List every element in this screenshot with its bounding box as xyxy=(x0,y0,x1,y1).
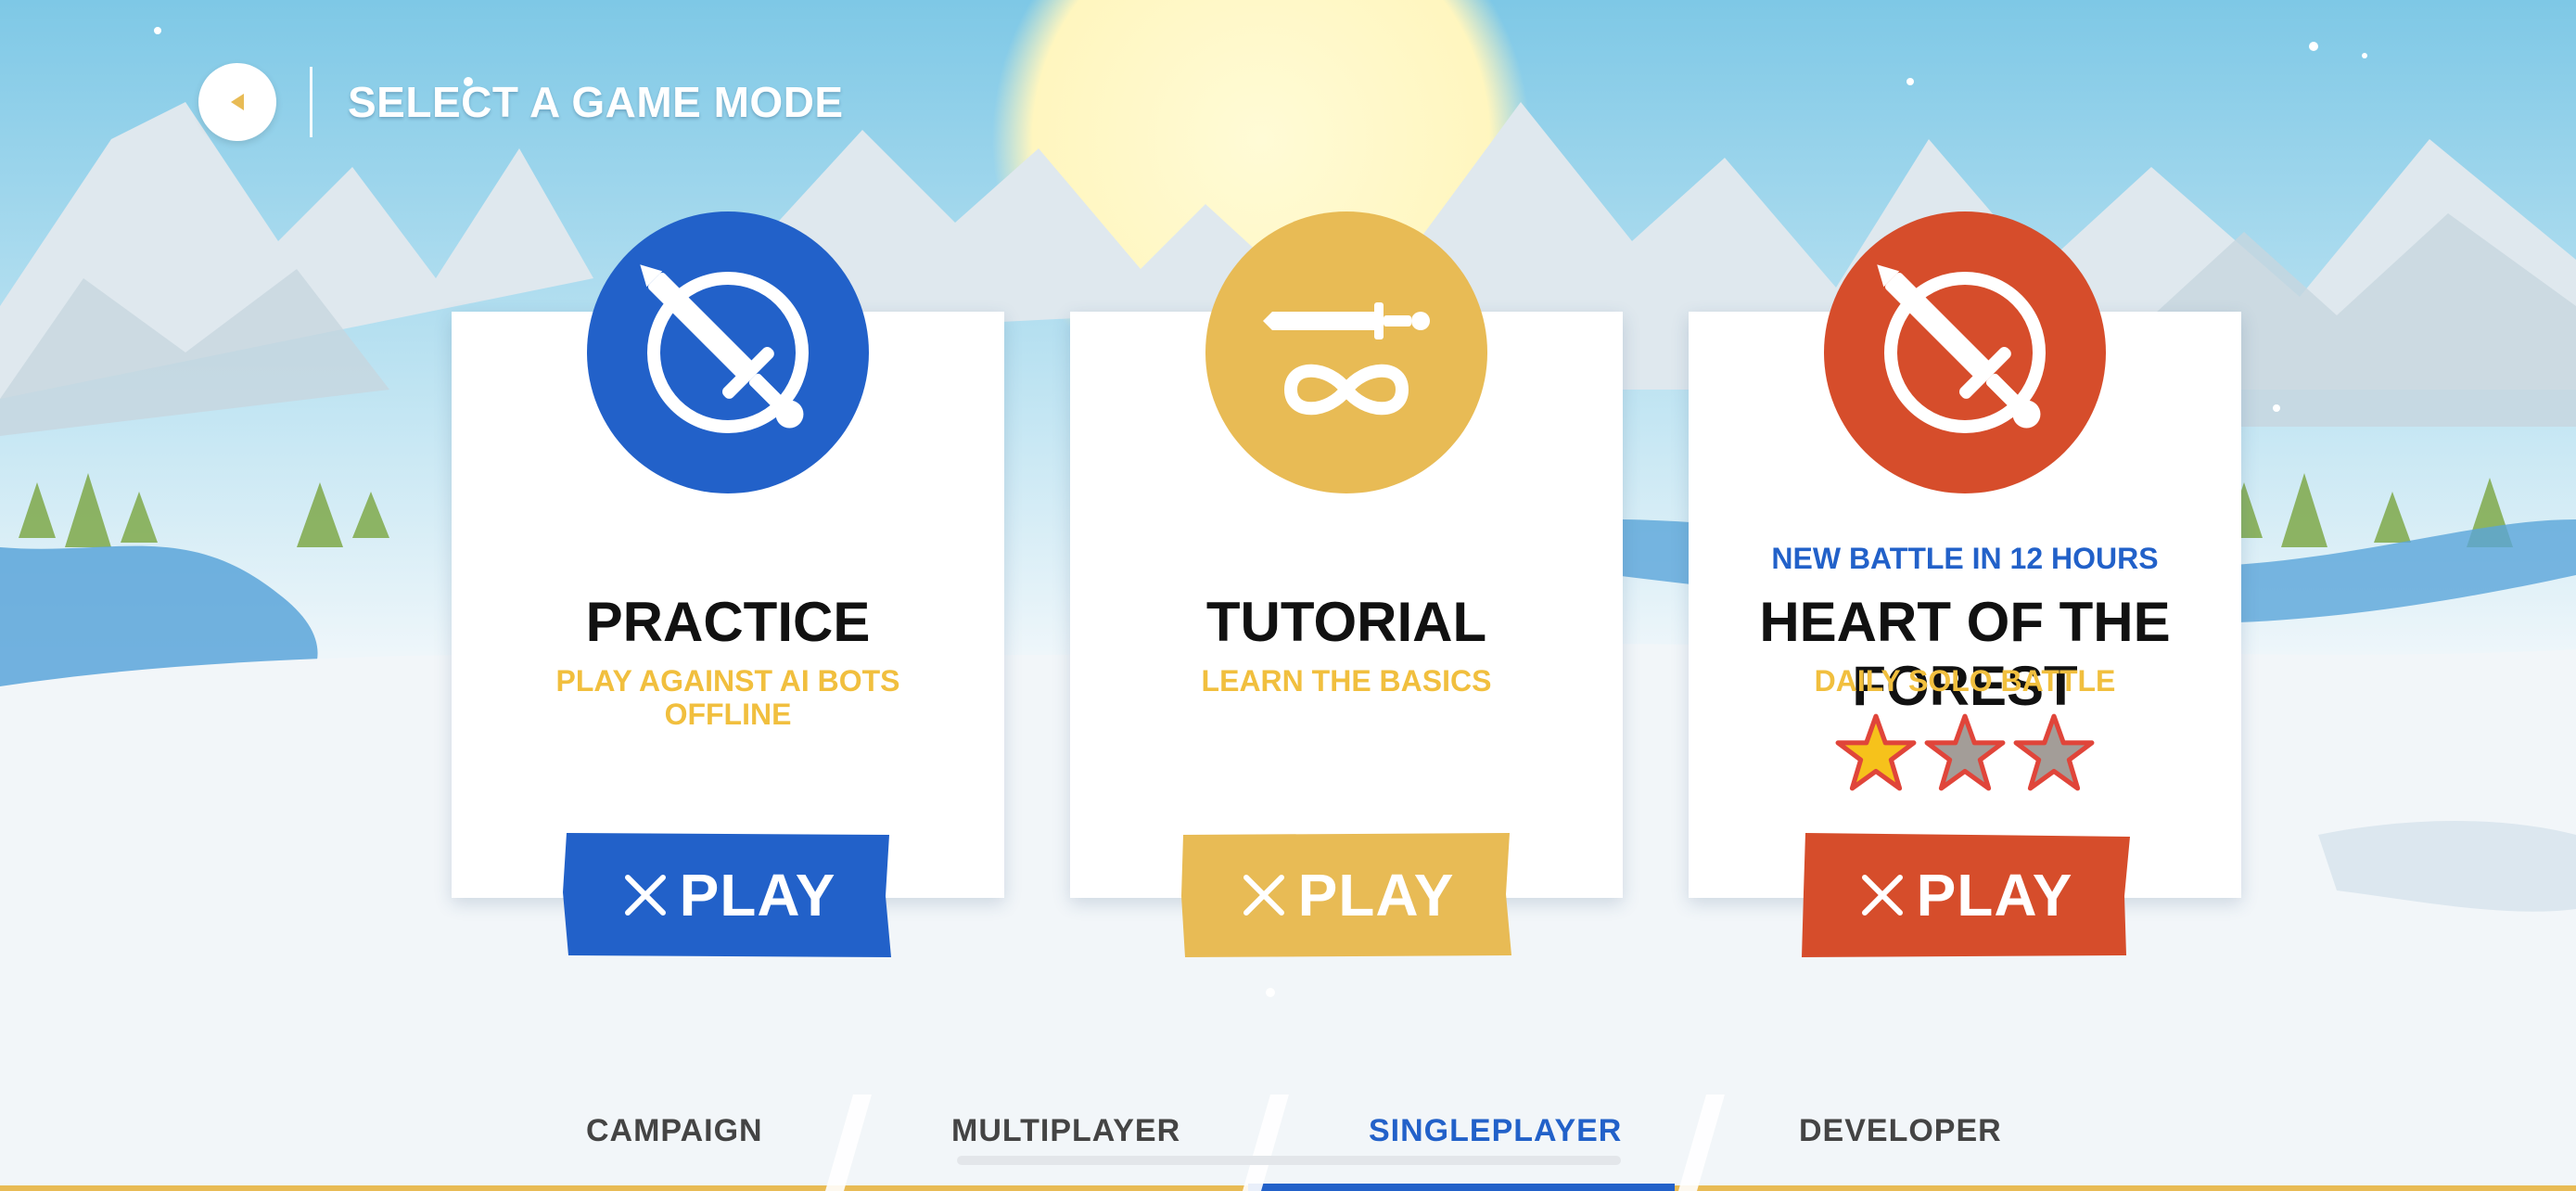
sword-circle-icon xyxy=(587,211,869,493)
sword-circle-icon xyxy=(1824,211,2106,493)
header-divider xyxy=(310,67,312,137)
crossed-swords-icon xyxy=(1243,875,1284,916)
heart-of-the-forest-card[interactable]: NEW BATTLE IN 12 HOURS HEART OF THE FORE… xyxy=(1689,211,2241,957)
next-battle-timer: NEW BATTLE IN 12 HOURS xyxy=(1771,542,2159,575)
crossed-swords-icon xyxy=(624,875,666,916)
header: SELECT A GAME MODE xyxy=(198,63,844,141)
tab-dividers xyxy=(825,1095,1725,1191)
tutorial-play-button[interactable]: PLAY xyxy=(1181,831,1511,959)
back-button[interactable] xyxy=(198,63,276,141)
mode-name: HEART OF THE FOREST xyxy=(1759,591,2171,717)
mode-subtitle: LEARN THE BASICS xyxy=(1201,664,1492,698)
tab-developer[interactable]: DEVELOPER xyxy=(1799,1113,2002,1149)
mode-name: TUTORIAL xyxy=(1205,591,1487,653)
tab-multiplayer[interactable]: MULTIPLAYER xyxy=(951,1113,1180,1149)
play-label: PLAY xyxy=(1916,862,2073,928)
star-rating xyxy=(1689,712,2241,792)
star-empty-icon xyxy=(2013,713,2095,791)
page-title: SELECT A GAME MODE xyxy=(348,78,844,126)
tab-singleplayer[interactable]: SINGLEPLAYER xyxy=(1369,1113,1622,1149)
mode-subtitle: PLAY AGAINST AI BOTS OFFLINE xyxy=(555,664,900,731)
practice-play-button[interactable]: PLAY xyxy=(563,831,893,959)
tutorial-card[interactable]: TUTORIAL LEARN THE BASICS PLAY xyxy=(1070,211,1623,957)
star-empty-icon xyxy=(1924,713,2006,791)
tab-campaign[interactable]: CAMPAIGN xyxy=(586,1113,763,1149)
mode-subtitle: DAILY SOLO BATTLE xyxy=(1814,664,2116,698)
play-label: PLAY xyxy=(679,862,836,928)
practice-card[interactable]: PRACTICE PLAY AGAINST AI BOTS OFFLINE PL… xyxy=(452,211,1004,957)
crossed-swords-icon xyxy=(1861,875,1903,916)
mode-tabs: CAMPAIGN MULTIPLAYER SINGLEPLAYER DEVELO… xyxy=(0,1067,2576,1191)
star-filled-icon xyxy=(1835,713,1917,791)
sword-infinity-icon xyxy=(1205,211,1487,493)
mode-name: PRACTICE xyxy=(585,591,871,653)
back-arrow-icon xyxy=(231,94,244,110)
daily-battle-play-button[interactable]: PLAY xyxy=(1800,831,2130,959)
play-label: PLAY xyxy=(1297,862,1455,928)
